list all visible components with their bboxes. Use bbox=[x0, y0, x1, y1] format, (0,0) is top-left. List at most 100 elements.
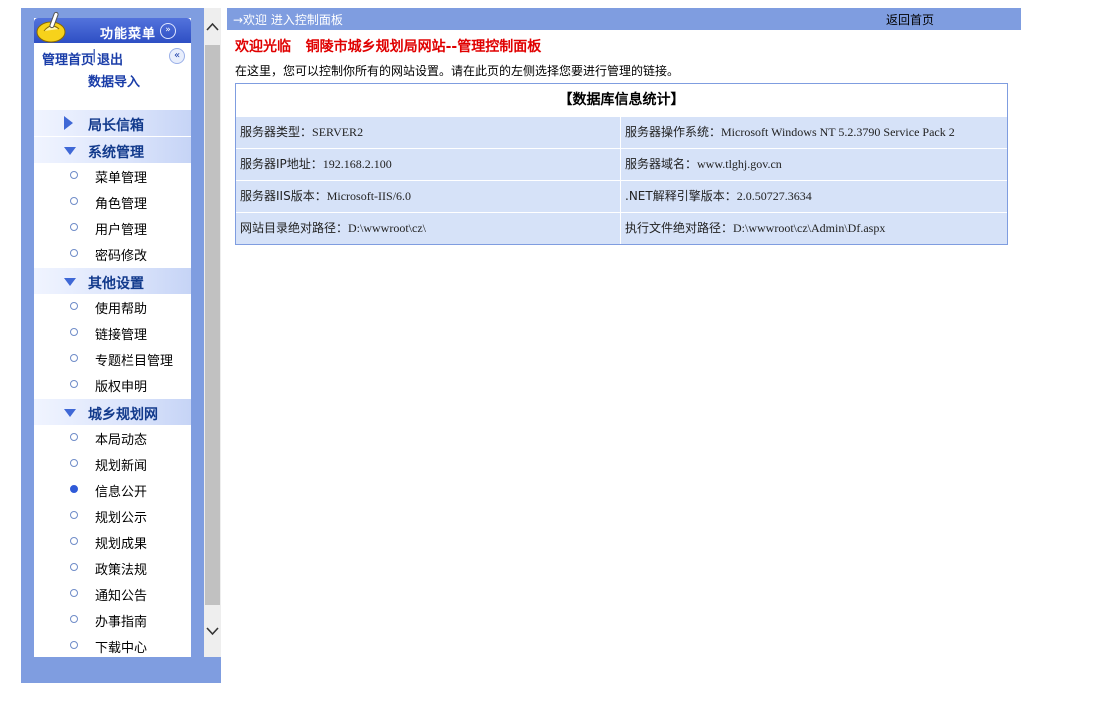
menu-item-label: 规划新闻 bbox=[95, 459, 148, 474]
chevron-down-icon[interactable] bbox=[206, 626, 219, 636]
page-title: 欢迎光临 铜陵市城乡规划局网站--管理控制面板 bbox=[235, 39, 542, 55]
bullet-icon bbox=[70, 641, 78, 649]
cell-value: 192.168.2.100 bbox=[322, 157, 392, 171]
menu-item-label: 使用帮助 bbox=[95, 302, 148, 317]
chevron-up-icon[interactable] bbox=[206, 22, 219, 32]
top-bar: →欢迎 进入控制面板 返回首页 bbox=[227, 8, 1021, 30]
bullet-icon bbox=[70, 171, 78, 179]
bullet-icon bbox=[70, 459, 78, 467]
menu-item-label: 规划成果 bbox=[95, 537, 148, 552]
menu-group-label: 城乡规划网 bbox=[88, 407, 158, 423]
triangle-right-icon bbox=[64, 116, 73, 130]
menu-item-label: 办事指南 bbox=[95, 615, 148, 630]
menu-item-label: 密码修改 bbox=[95, 249, 148, 264]
table-row: 服务器类型：SERVER2 服务器操作系统：Microsoft Windows … bbox=[236, 116, 1007, 148]
bullet-icon bbox=[70, 328, 78, 336]
cell-value: SERVER2 bbox=[312, 125, 364, 139]
table-cell: 服务器类型：SERVER2 bbox=[236, 117, 621, 148]
table-cell: 执行文件绝对路径：D:\wwwroot\cz\Admin\Df.aspx bbox=[621, 213, 1007, 244]
home-link[interactable]: 管理首页 bbox=[42, 49, 94, 68]
menu-title: 功能菜单 bbox=[100, 27, 157, 42]
cell-value: D:\wwwroot\cz\Admin\Df.aspx bbox=[733, 221, 886, 235]
cell-key: 服务器IP地址： bbox=[240, 157, 323, 171]
menu-item-label: 本局动态 bbox=[95, 433, 148, 448]
menu-item[interactable]: 规划公示 bbox=[34, 502, 191, 528]
menu-item-label: 菜单管理 bbox=[95, 171, 148, 186]
menu-item-label: 下载中心 bbox=[95, 641, 148, 656]
sidebar-scrollbar[interactable] bbox=[204, 8, 221, 657]
cell-value: 2.0.50727.3634 bbox=[736, 189, 812, 203]
menu-item[interactable]: 本局动态 bbox=[34, 424, 191, 450]
menu-item-label: 版权申明 bbox=[95, 380, 148, 395]
bullet-icon bbox=[70, 249, 78, 257]
menu-item-label: 链接管理 bbox=[95, 328, 148, 343]
table-caption: 【数据库信息统计】 bbox=[558, 92, 685, 108]
triangle-down-icon bbox=[64, 409, 76, 417]
triangle-down-icon bbox=[64, 278, 76, 286]
menu-item[interactable]: 政策法规 bbox=[34, 554, 191, 580]
menu-item-label: 通知公告 bbox=[95, 589, 148, 604]
bullet-icon bbox=[70, 615, 78, 623]
menu-item[interactable]: 用户管理 bbox=[34, 214, 191, 240]
cell-key: 网站目录绝对路径： bbox=[240, 221, 349, 235]
menu-group-label: 系统管理 bbox=[88, 145, 144, 161]
cell-key: 服务器域名： bbox=[625, 157, 698, 171]
table-cell: .NET解释引擎版本：2.0.50727.3634 bbox=[621, 181, 1007, 212]
sidebar-menu: 功能菜单 » 管理首页 | 退出 « 数据导入 局长信箱 系统管理 菜单管理 角… bbox=[34, 11, 191, 658]
menu-group-other[interactable]: 其他设置 bbox=[34, 268, 191, 294]
menu-item[interactable]: 规划成果 bbox=[34, 528, 191, 554]
menu-item[interactable]: 链接管理 bbox=[34, 319, 191, 345]
table-cell: 服务器域名：www.tlghj.gov.cn bbox=[621, 149, 1007, 180]
table-cell: 网站目录绝对路径：D:\wwwroot\cz\ bbox=[236, 213, 621, 244]
menu-item-label: 专题栏目管理 bbox=[95, 354, 174, 369]
menu-item[interactable]: 规划新闻 bbox=[34, 450, 191, 476]
table-cell: 服务器IP地址：192.168.2.100 bbox=[236, 149, 621, 180]
menu-item[interactable]: 办事指南 bbox=[34, 606, 191, 632]
menu-header: 功能菜单 » bbox=[34, 11, 191, 43]
bullet-icon bbox=[70, 563, 78, 571]
db-info-table: 【数据库信息统计】 服务器类型：SERVER2 服务器操作系统：Microsof… bbox=[235, 83, 1008, 245]
menu-item-label: 信息公开 bbox=[95, 485, 148, 500]
table-row: 网站目录绝对路径：D:\wwwroot\cz\ 执行文件绝对路径：D:\wwwr… bbox=[236, 212, 1007, 244]
double-chevron-left-icon[interactable]: « bbox=[169, 48, 185, 64]
breadcrumb: →欢迎 进入控制面板 bbox=[233, 13, 343, 27]
bullet-icon bbox=[70, 537, 78, 545]
menu-item[interactable]: 密码修改 bbox=[34, 240, 191, 266]
bullet-icon bbox=[70, 589, 78, 597]
intro-text: 在这里，您可以控制你所有的网站设置。请在此页的左侧选择您要进行管理的链接。 bbox=[235, 64, 680, 78]
cell-key: .NET解释引擎版本： bbox=[625, 189, 737, 203]
menu-item[interactable]: 菜单管理 bbox=[34, 162, 191, 188]
menu-group-label: 局长信箱 bbox=[88, 118, 144, 134]
menu-item-active[interactable]: 信息公开 bbox=[34, 476, 191, 502]
table-row: 服务器IIS版本：Microsoft-IIS/6.0 .NET解释引擎版本：2.… bbox=[236, 180, 1007, 212]
menu-item[interactable]: 使用帮助 bbox=[34, 293, 191, 319]
bullet-icon bbox=[70, 354, 78, 362]
bullet-icon bbox=[70, 302, 78, 310]
double-chevron-down-icon[interactable]: » bbox=[160, 23, 176, 39]
menu-item[interactable]: 版权申明 bbox=[34, 371, 191, 397]
cell-value: Microsoft Windows NT 5.2.3790 Service Pa… bbox=[721, 125, 955, 139]
link-separator: | bbox=[92, 48, 97, 63]
menu-item-label: 角色管理 bbox=[95, 197, 148, 212]
bullet-icon bbox=[70, 197, 78, 205]
broom-icon bbox=[36, 11, 66, 43]
menu-item[interactable]: 专题栏目管理 bbox=[34, 345, 191, 371]
menu-group-label: 其他设置 bbox=[88, 276, 144, 292]
logout-link[interactable]: 退出 bbox=[97, 49, 123, 68]
back-home-link[interactable]: 返回首页 bbox=[886, 11, 934, 28]
menu-item[interactable]: 通知公告 bbox=[34, 580, 191, 606]
menu-item[interactable]: 下载中心 bbox=[34, 632, 191, 658]
quick-links: 管理首页 | 退出 « 数据导入 bbox=[34, 46, 191, 90]
cell-value: Microsoft-IIS/6.0 bbox=[326, 189, 412, 203]
menu-item[interactable]: 角色管理 bbox=[34, 188, 191, 214]
data-import-link[interactable]: 数据导入 bbox=[88, 71, 140, 90]
menu-group-planning[interactable]: 城乡规划网 bbox=[34, 399, 191, 425]
menu-group-mailbox[interactable]: 局长信箱 bbox=[34, 110, 191, 136]
cell-key: 服务器操作系统： bbox=[625, 125, 722, 139]
bullet-icon bbox=[70, 380, 78, 388]
scrollbar-thumb[interactable] bbox=[205, 45, 220, 605]
table-cell: 服务器操作系统：Microsoft Windows NT 5.2.3790 Se… bbox=[621, 117, 1007, 148]
triangle-down-icon bbox=[64, 147, 76, 155]
cell-value: www.tlghj.gov.cn bbox=[697, 157, 782, 171]
menu-group-system[interactable]: 系统管理 bbox=[34, 137, 191, 163]
